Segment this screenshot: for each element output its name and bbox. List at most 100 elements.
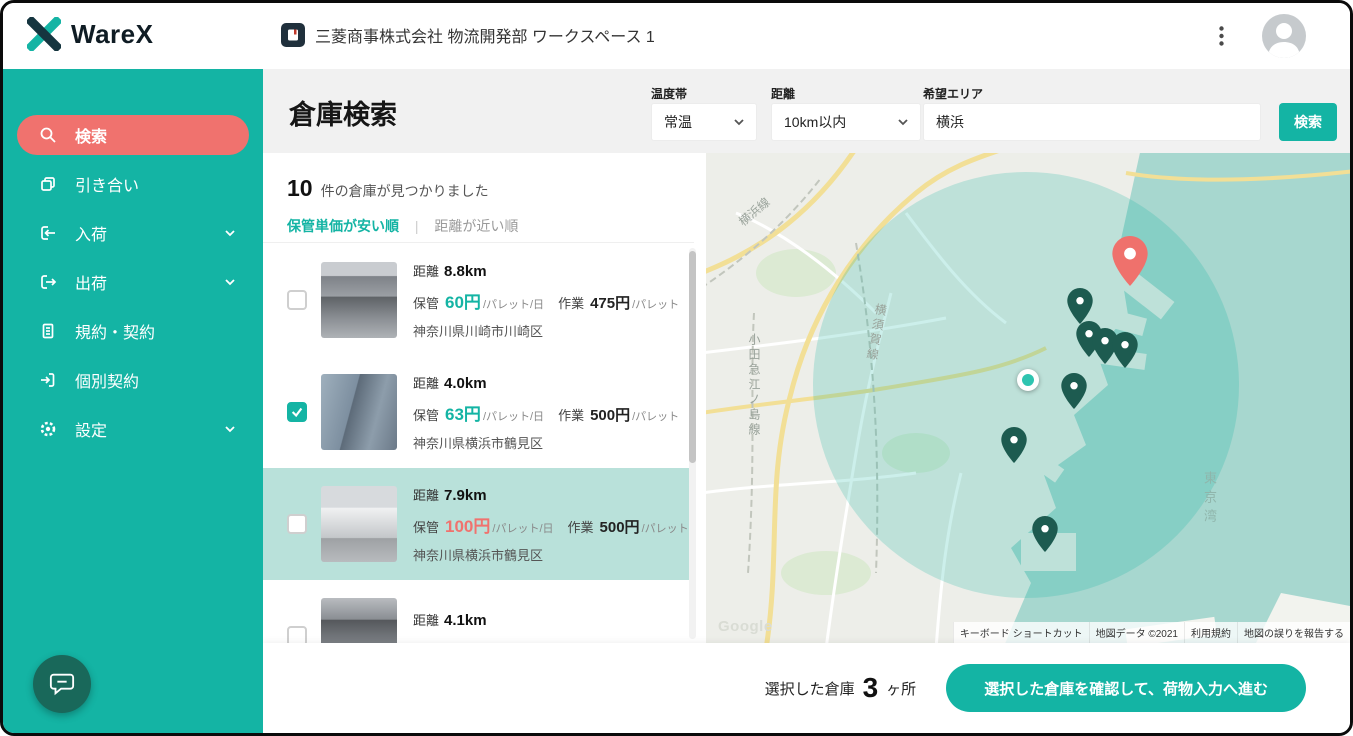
- sort-by-distance[interactable]: 距離が近い順: [434, 218, 518, 234]
- work-price: 500円: [600, 516, 640, 537]
- warehouse-list: 距離8.8km 保管 60円 /パレット/日 作業 475円 /パレット 神奈川…: [263, 244, 694, 643]
- sidebar-item-inquiries[interactable]: 引き合い: [17, 164, 249, 204]
- logo[interactable]: WareX: [27, 17, 153, 51]
- sidebar-item-label: 出荷: [75, 270, 107, 294]
- sort-options: 保管単価が安い順 | 距離が近い順: [287, 216, 670, 236]
- search-center-marker: [1017, 369, 1039, 391]
- warehouse-checkbox[interactable]: [287, 290, 307, 310]
- sort-separator: |: [415, 218, 419, 234]
- warehouse-info: 距離4.1km 保管 100円 /パレット/日 作業 500円 /パレット: [413, 610, 689, 643]
- work-unit: /パレット: [632, 296, 679, 312]
- storage-unit: /パレット/日: [483, 296, 544, 312]
- highlighted-warehouse-pin[interactable]: [1112, 236, 1148, 291]
- scrollbar-thumb[interactable]: [689, 251, 696, 463]
- distance-label: 距離: [771, 85, 795, 102]
- distance-value: 8.8km: [444, 263, 487, 280]
- warehouse-checkbox[interactable]: [287, 514, 307, 534]
- storage-unit: /パレット/日: [492, 520, 553, 536]
- chat-button[interactable]: [33, 655, 91, 713]
- avatar[interactable]: [1262, 14, 1306, 58]
- login-icon: [39, 371, 57, 389]
- distance-value: 10km以内: [784, 112, 846, 132]
- temperature-select[interactable]: 常温: [651, 103, 757, 141]
- warehouse-list-item[interactable]: 距離7.9km 保管 100円 /パレット/日 作業 500円 /パレット 神奈…: [263, 468, 694, 580]
- warehouse-list-item[interactable]: 距離8.8km 保管 60円 /パレット/日 作業 475円 /パレット 神奈川…: [263, 244, 694, 356]
- selected-unit: ヶ所: [886, 678, 916, 699]
- storage-price: 100円: [445, 512, 490, 537]
- more-menu-button[interactable]: [1210, 25, 1232, 47]
- work-price: 500円: [590, 404, 630, 425]
- keyboard-shortcuts-link[interactable]: キーボード ショートカット: [953, 622, 1089, 643]
- work-label: 作業: [558, 293, 584, 312]
- distance-label: 距離: [413, 488, 439, 503]
- check-icon: [290, 405, 304, 419]
- outbound-icon: [39, 273, 57, 291]
- distance-label: 距離: [413, 613, 439, 628]
- chat-bubble-icon: [49, 671, 75, 697]
- warehouse-photo: [321, 486, 397, 562]
- warehouse-address: 神奈川県川崎市川崎区: [413, 321, 679, 340]
- warehouse-list-item[interactable]: 距離4.0km 保管 63円 /パレット/日 作業 500円 /パレット 神奈川…: [263, 356, 694, 468]
- warehouse-checkbox[interactable]: [287, 626, 307, 643]
- results-count-line: 10 件の倉庫が見つかりました: [287, 175, 670, 202]
- selected-label: 選択した倉庫: [765, 678, 855, 699]
- chevron-down-icon: [898, 119, 908, 126]
- search-icon: [39, 126, 57, 144]
- chevron-down-icon: [734, 119, 744, 126]
- storage-price: 60円: [445, 288, 481, 313]
- area-label: 希望エリア: [923, 85, 983, 102]
- sidebar-item-terms[interactable]: 規約・契約: [17, 311, 249, 351]
- warehouse-address: 神奈川県横浜市鶴見区: [413, 433, 679, 452]
- chevron-down-icon: [225, 230, 235, 237]
- sort-by-price[interactable]: 保管単価が安い順: [287, 218, 399, 234]
- terms-of-use-link[interactable]: 利用規約: [1184, 622, 1237, 643]
- warehouse-pin[interactable]: [1061, 373, 1087, 414]
- selected-count: 3: [863, 672, 879, 704]
- search-button[interactable]: 検索: [1279, 103, 1337, 141]
- area-input[interactable]: [923, 103, 1261, 141]
- app-window: WareX 三菱商事株式会社 物流開発部 ワークスペース 1 検索: [0, 0, 1353, 736]
- warehouse-info: 距離7.9km 保管 100円 /パレット/日 作業 500円 /パレット 神奈…: [413, 485, 689, 564]
- chevron-down-icon: [225, 279, 235, 286]
- gear-icon: [39, 420, 57, 438]
- results-header: 10 件の倉庫が見つかりました 保管単価が安い順 | 距離が近い順: [263, 153, 694, 243]
- work-unit: /パレット: [642, 520, 689, 536]
- warehouse-photo: [321, 598, 397, 643]
- distance-select[interactable]: 10km以内: [771, 103, 921, 141]
- chevron-down-icon: [225, 426, 235, 433]
- results-count: 10: [287, 175, 313, 202]
- warehouse-pin[interactable]: [1032, 516, 1058, 557]
- list-scrollbar[interactable]: [689, 248, 696, 639]
- storage-unit: /パレット/日: [483, 408, 544, 424]
- warehouse-photo: [321, 262, 397, 338]
- distance-value: 7.9km: [444, 487, 487, 504]
- workspace-switcher[interactable]: 三菱商事株式会社 物流開発部 ワークスペース 1: [281, 23, 655, 47]
- confirm-selection-button[interactable]: 選択した倉庫を確認して、荷物入力へ進む: [946, 664, 1306, 712]
- warehouse-info: 距離8.8km 保管 60円 /パレット/日 作業 475円 /パレット 神奈川…: [413, 261, 679, 340]
- bottom-bar: 選択した倉庫 3 ヶ所 選択した倉庫を確認して、荷物入力へ進む: [263, 643, 1350, 733]
- sidebar-item-outbound[interactable]: 出荷: [17, 262, 249, 302]
- work-label: 作業: [558, 405, 584, 424]
- sidebar-item-search[interactable]: 検索: [17, 115, 249, 155]
- report-map-error-link[interactable]: 地図の誤りを報告する: [1237, 622, 1350, 643]
- sidebar-item-settings[interactable]: 設定: [17, 409, 249, 449]
- distance-value: 4.0km: [444, 375, 487, 392]
- storage-label: 保管: [413, 293, 439, 312]
- warehouse-list-item[interactable]: 距離4.1km 保管 100円 /パレット/日 作業 500円 /パレット: [263, 580, 694, 643]
- distance-value: 4.1km: [444, 612, 487, 629]
- warehouse-pin[interactable]: [1001, 427, 1027, 468]
- map-attribution: キーボード ショートカット 地図データ ©2021 利用規約 地図の誤りを報告す…: [953, 622, 1350, 643]
- topbar: WareX 三菱商事株式会社 物流開発部 ワークスペース 1: [3, 3, 1350, 69]
- warehouse-pin[interactable]: [1112, 332, 1138, 373]
- map[interactable]: 横浜線 小田急江ノ島線 横須賀線 東京湾 Google キ: [706, 153, 1350, 643]
- temperature-value: 常温: [664, 112, 692, 132]
- sidebar-item-individual-contract[interactable]: 個別契約: [17, 360, 249, 400]
- workspace-title: 三菱商事株式会社 物流開発部 ワークスペース 1: [315, 23, 655, 47]
- storage-label: 保管: [413, 517, 439, 536]
- temperature-label: 温度帯: [651, 85, 687, 102]
- sidebar: 検索 引き合い 入荷 出荷 規約・契約 個別契約: [3, 69, 263, 733]
- warehouse-checkbox[interactable]: [287, 402, 307, 422]
- sidebar-item-inbound[interactable]: 入荷: [17, 213, 249, 253]
- sidebar-nav: 検索 引き合い 入荷 出荷 規約・契約 個別契約: [3, 69, 263, 449]
- storage-label: 保管: [413, 405, 439, 424]
